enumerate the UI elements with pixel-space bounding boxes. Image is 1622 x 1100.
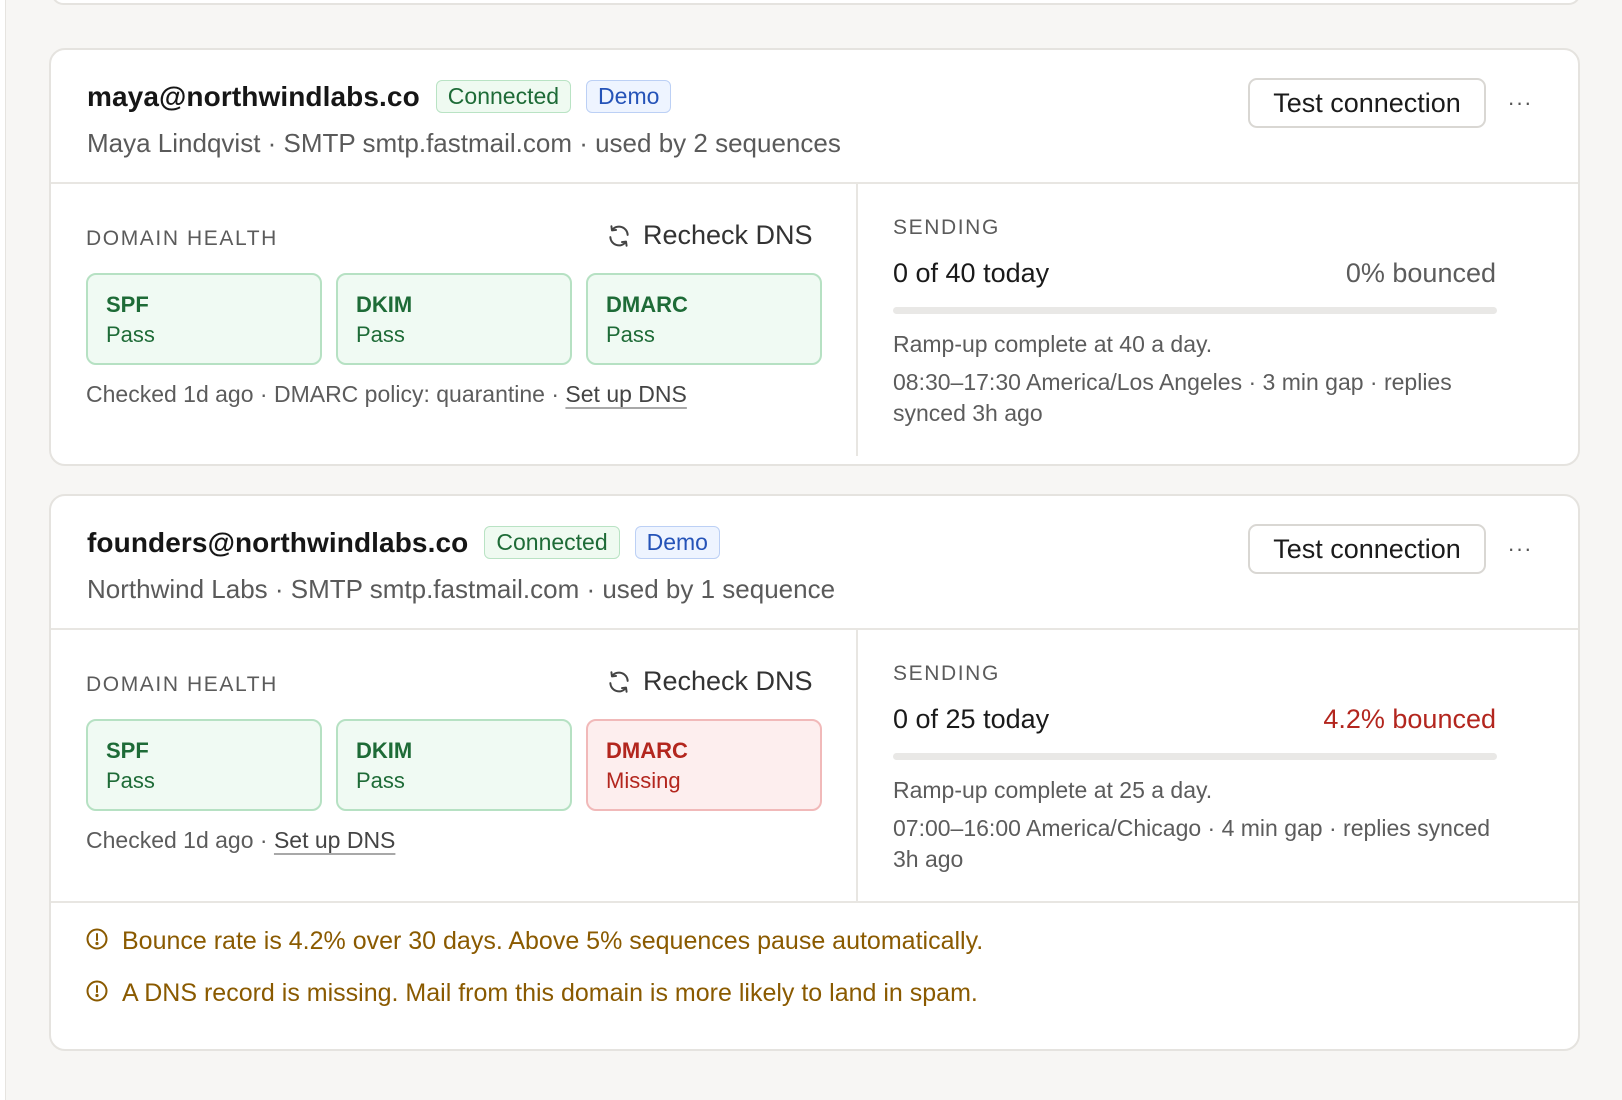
domain-health-panel: DOMAIN HEALTH Recheck DNS SPF Pass DKIM xyxy=(51,184,858,456)
test-connection-button[interactable]: Test connection xyxy=(1248,524,1486,574)
recheck-dns-label: Recheck DNS xyxy=(643,666,813,696)
account-subtitle: Northwind Labs · SMTP smtp.fastmail.com … xyxy=(87,574,836,604)
account-card-header: founders@northwindlabs.co Connected Demo… xyxy=(51,496,1578,630)
recheck-dns-button[interactable]: Recheck DNS xyxy=(606,666,813,697)
dns-record-status: Missing xyxy=(606,768,681,793)
refresh-icon xyxy=(609,224,629,247)
dns-record-status: Pass xyxy=(606,322,655,347)
sending-progress-bar xyxy=(893,307,1497,314)
dns-record-name: DMARC xyxy=(606,292,688,317)
demo-badge: Demo xyxy=(634,526,720,559)
recheck-dns-button[interactable]: Recheck DNS xyxy=(606,220,813,251)
alert-circle-icon xyxy=(86,928,108,949)
setup-dns-link[interactable]: Set up DNS xyxy=(274,827,395,853)
more-icon: ··· xyxy=(1507,90,1533,115)
account-card: founders@northwindlabs.co Connected Demo… xyxy=(49,494,1580,1051)
status-badge: Connected xyxy=(484,526,620,559)
dns-checked-text: Checked 1d ago · DMARC policy: quarantin… xyxy=(86,381,566,407)
dns-missing-warning: A DNS record is missing. Mail from this … xyxy=(85,979,978,1008)
dns-records: SPF Pass DKIM Pass DMARC Pass xyxy=(86,273,836,365)
sent-today-count: 0 of 40 today xyxy=(893,258,1050,288)
previous-account-card xyxy=(51,0,1581,5)
demo-badge: Demo xyxy=(586,80,672,113)
dns-record-status: Pass xyxy=(356,768,405,793)
ramp-up-status: Ramp-up complete at 40 a day. xyxy=(893,331,1213,357)
dns-record-spf: SPF Pass xyxy=(86,719,322,811)
ramp-up-status: Ramp-up complete at 25 a day. xyxy=(893,777,1213,803)
dns-record-spf: SPF Pass xyxy=(86,273,322,365)
account-card-header: maya@northwindlabs.co Connected Demo May… xyxy=(51,50,1578,184)
account-address: maya@northwindlabs.co xyxy=(87,80,420,112)
domain-health-panel: DOMAIN HEALTH Recheck DNS SPF Pass DKIM xyxy=(51,630,858,901)
account-address: founders@northwindlabs.co xyxy=(87,526,469,558)
dns-checked-line: Checked 1d ago · Set up DNS xyxy=(86,827,395,854)
account-title-row: founders@northwindlabs.co Connected Demo xyxy=(87,526,720,559)
sending-stats: 0 of 25 today 4.2% bounced xyxy=(893,704,1496,735)
domain-health-label: DOMAIN HEALTH xyxy=(86,227,278,250)
bounce-rate: 4.2% bounced xyxy=(1323,704,1496,734)
sent-today-count: 0 of 25 today xyxy=(893,704,1050,734)
dns-record-dmarc: DMARC Missing xyxy=(586,719,822,811)
warning-text: Bounce rate is 4.2% over 30 days. Above … xyxy=(122,927,984,955)
sidebar-edge xyxy=(0,0,6,1100)
more-options-button[interactable]: ··· xyxy=(1503,534,1537,564)
more-icon: ··· xyxy=(1507,536,1533,561)
sending-label: SENDING xyxy=(893,216,1000,239)
alert-circle-icon xyxy=(86,980,108,1001)
dns-record-status: Pass xyxy=(106,322,155,347)
status-badge: Connected xyxy=(435,80,572,113)
dns-records: SPF Pass DKIM Pass DMARC Missing xyxy=(86,719,836,811)
warning-text: A DNS record is missing. Mail from this … xyxy=(122,979,978,1007)
dns-record-name: DMARC xyxy=(606,738,688,763)
dns-record-dmarc: DMARC Pass xyxy=(586,273,822,365)
dns-record-name: SPF xyxy=(106,738,149,763)
setup-dns-link[interactable]: Set up DNS xyxy=(565,381,686,407)
dns-record-dkim: DKIM Pass xyxy=(336,719,572,811)
recheck-dns-label: Recheck DNS xyxy=(643,220,813,250)
account-card-body: DOMAIN HEALTH Recheck DNS SPF Pass DKIM xyxy=(51,184,1578,456)
dns-record-name: DKIM xyxy=(356,738,413,763)
account-title-row: maya@northwindlabs.co Connected Demo xyxy=(87,80,672,113)
bounce-rate: 0% bounced xyxy=(1345,258,1496,288)
test-connection-button[interactable]: Test connection xyxy=(1248,78,1486,128)
dns-record-dkim: DKIM Pass xyxy=(336,273,572,365)
bounce-rate-warning: Bounce rate is 4.2% over 30 days. Above … xyxy=(85,927,983,956)
dns-checked-line: Checked 1d ago · DMARC policy: quarantin… xyxy=(86,381,687,408)
dns-record-status: Pass xyxy=(356,322,405,347)
page: maya@northwindlabs.co Connected Demo May… xyxy=(0,0,1622,1100)
account-card-body: DOMAIN HEALTH Recheck DNS SPF Pass DKIM xyxy=(51,630,1578,903)
sending-progress-bar xyxy=(893,753,1497,760)
sending-schedule: 07:00–16:00 America/Chicago · 4 min gap … xyxy=(893,815,1491,872)
account-warnings: Bounce rate is 4.2% over 30 days. Above … xyxy=(51,903,1578,1049)
account-subtitle: Maya Lindqvist · SMTP smtp.fastmail.com … xyxy=(87,128,841,158)
sending-stats: 0 of 40 today 0% bounced xyxy=(893,258,1496,289)
domain-health-label: DOMAIN HEALTH xyxy=(86,673,278,696)
sending-label: SENDING xyxy=(893,662,1000,685)
sending-schedule: 08:30–17:30 America/Los Angeles · 3 min … xyxy=(893,369,1452,426)
dns-checked-text: Checked 1d ago · xyxy=(86,827,274,853)
sending-panel: SENDING 0 of 25 today 4.2% bounced Ramp-… xyxy=(858,630,1578,901)
dns-record-status: Pass xyxy=(106,768,155,793)
account-card: maya@northwindlabs.co Connected Demo May… xyxy=(49,48,1580,466)
dns-record-name: DKIM xyxy=(356,292,413,317)
more-options-button[interactable]: ··· xyxy=(1503,88,1537,118)
dns-record-name: SPF xyxy=(106,292,149,317)
refresh-icon xyxy=(609,670,629,693)
sending-panel: SENDING 0 of 40 today 0% bounced Ramp-up… xyxy=(858,184,1578,456)
